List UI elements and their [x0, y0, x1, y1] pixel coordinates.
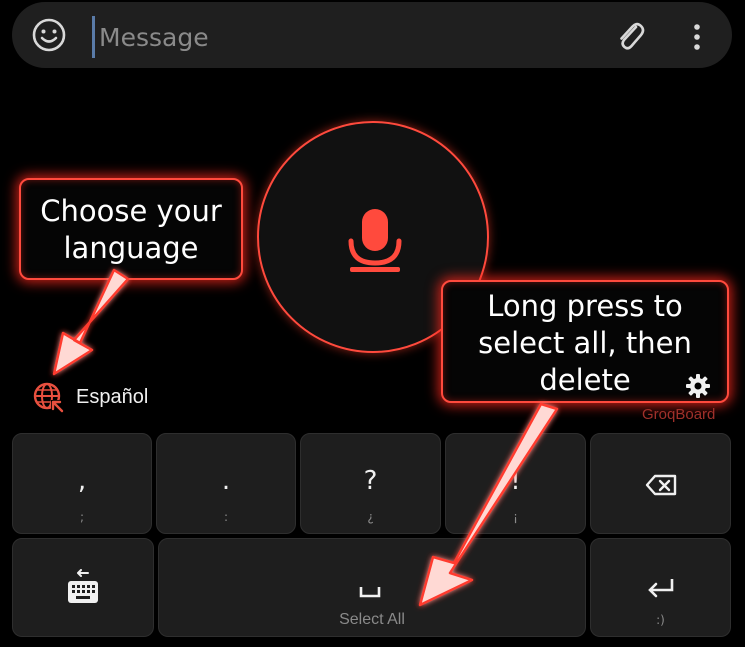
key-backspace[interactable]	[590, 433, 731, 534]
key-main-label: ?	[363, 466, 378, 496]
arrow-to-language-icon	[52, 268, 130, 376]
key-main-label: ,	[77, 466, 87, 496]
callout-text-line: select all, then	[478, 326, 692, 360]
key-comma[interactable]: , ;	[12, 433, 152, 534]
brand-label: GroqBoard	[642, 406, 716, 423]
key-sub-label: ;	[79, 510, 85, 524]
language-label: Español	[76, 385, 149, 408]
key-main-label: .	[221, 466, 231, 496]
callout-text-line: Choose your	[40, 194, 222, 228]
key-exclamation[interactable]: ! ¡	[445, 433, 586, 534]
smiley-icon[interactable]	[30, 16, 68, 54]
message-bar	[12, 2, 732, 68]
callout-text-line: Long press to	[487, 289, 683, 323]
key-question[interactable]: ? ¿	[300, 433, 441, 534]
key-space-select-all[interactable]: Select All	[158, 538, 586, 637]
key-sub-label: :)	[656, 613, 665, 627]
key-sub-label: ¿	[367, 510, 374, 524]
key-period[interactable]: . :	[156, 433, 296, 534]
enter-icon	[647, 579, 673, 598]
key-enter[interactable]: :)	[590, 538, 731, 637]
callout-text-line: language	[63, 231, 199, 265]
key-sub-label: ¡	[513, 510, 518, 524]
backspace-icon	[645, 474, 676, 496]
language-switch[interactable]: Español	[32, 381, 148, 413]
space-bar-icon	[359, 587, 381, 598]
key-keyboard-switch[interactable]	[12, 538, 154, 637]
globe-icon	[33, 382, 64, 413]
message-input[interactable]	[92, 16, 601, 58]
microphone-icon	[348, 209, 402, 272]
space-key-label: Select All	[339, 611, 405, 628]
keyboard-icon	[68, 569, 98, 603]
language-callout: Choose your language	[19, 178, 243, 280]
key-main-label: !	[510, 466, 521, 496]
paperclip-icon[interactable]	[612, 18, 648, 54]
more-vertical-icon[interactable]	[690, 22, 704, 52]
gear-icon[interactable]	[685, 373, 711, 399]
key-sub-label: :	[223, 510, 229, 524]
